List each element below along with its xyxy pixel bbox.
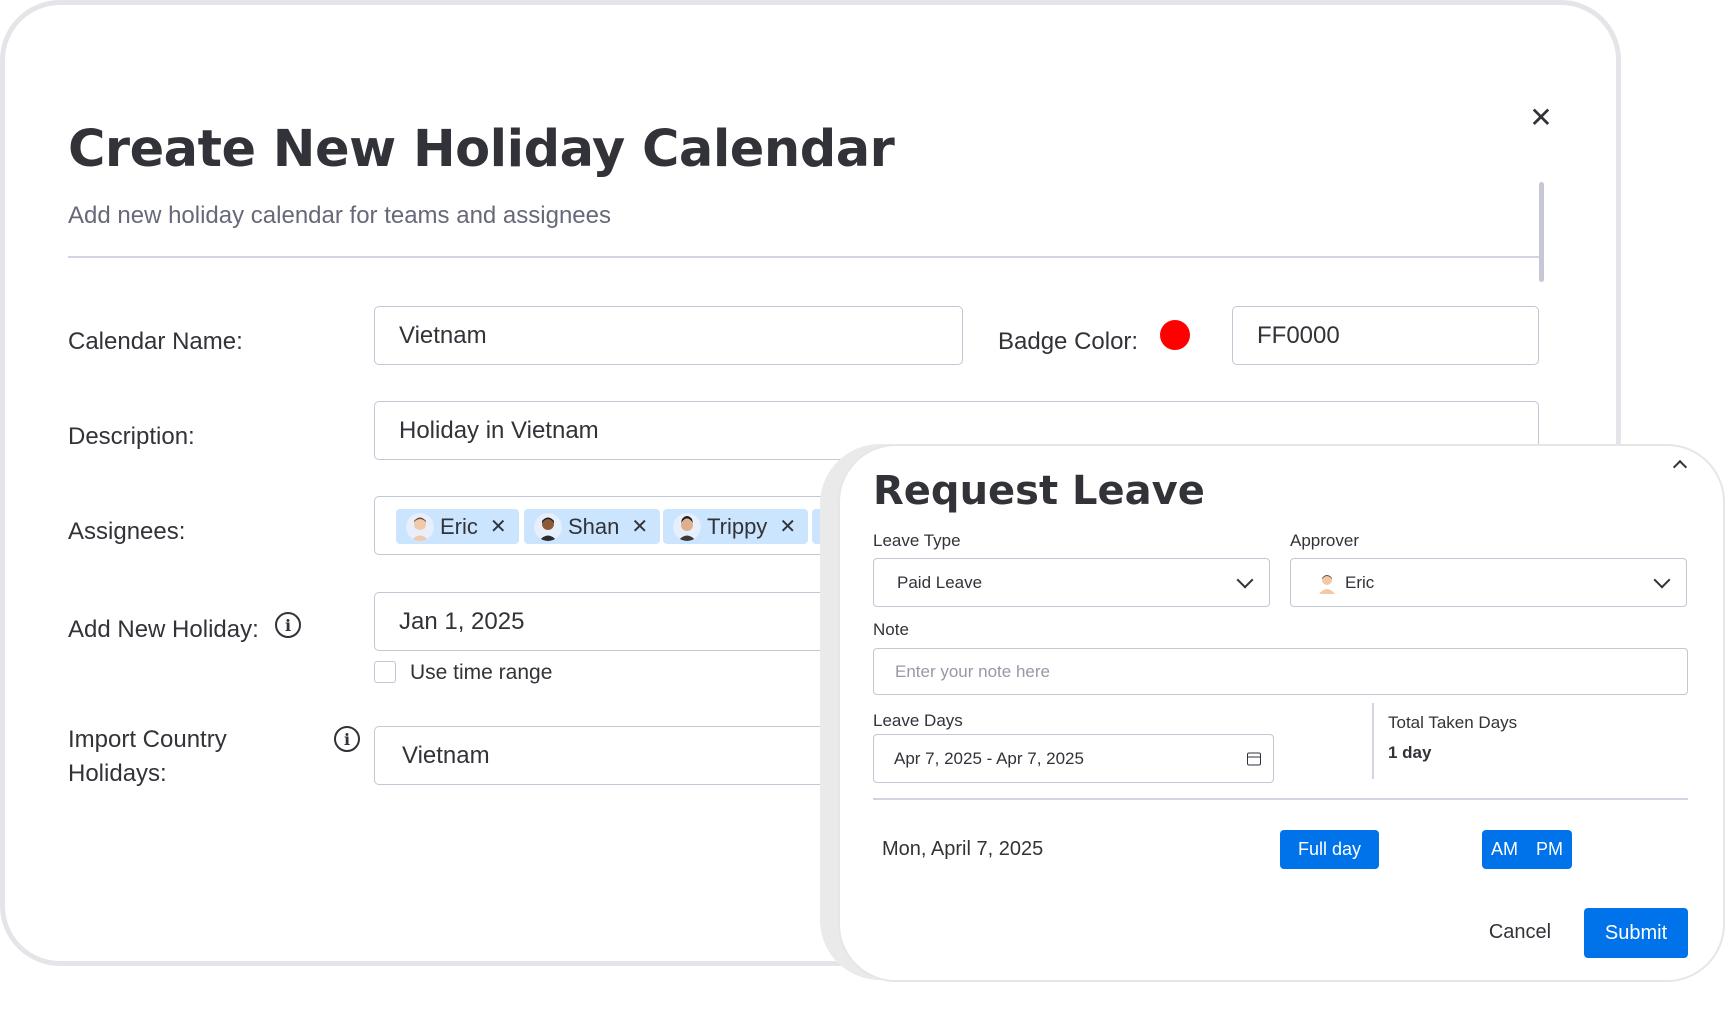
- assignee-chip: Shan ✕: [524, 509, 661, 544]
- note-input[interactable]: Enter your note here: [873, 648, 1688, 695]
- import-country-select[interactable]: Vietnam: [374, 726, 874, 785]
- leave-type-select[interactable]: Paid Leave: [873, 558, 1270, 607]
- cancel-button[interactable]: Cancel: [1470, 908, 1570, 956]
- remove-assignee-icon[interactable]: ✕: [779, 514, 796, 539]
- approver-label: Approver: [1290, 531, 1359, 550]
- close-icon[interactable]: ✕: [1524, 100, 1558, 134]
- am-button[interactable]: AM: [1482, 830, 1527, 869]
- leave-date-label: Mon, April 7, 2025: [882, 838, 1044, 860]
- assignee-name: Shan: [568, 513, 620, 539]
- import-holidays-label: Import Country Holidays:: [68, 726, 227, 787]
- info-icon[interactable]: i: [275, 612, 301, 638]
- remove-assignee-icon[interactable]: ✕: [490, 514, 507, 539]
- avatar: [1317, 572, 1337, 594]
- use-time-range-label: Use time range: [410, 661, 553, 684]
- section-divider: [1372, 703, 1374, 779]
- info-icon[interactable]: i: [334, 726, 360, 752]
- add-holiday-label: Add New Holiday:: [68, 616, 259, 643]
- calendar-name-input[interactable]: Vietnam: [374, 306, 963, 365]
- request-leave-title: Request Leave: [873, 468, 1205, 514]
- description-label: Description:: [68, 423, 195, 450]
- approver-value: Eric: [1345, 572, 1375, 592]
- submit-button[interactable]: Submit: [1584, 908, 1688, 958]
- leave-days-value: Apr 7, 2025 - Apr 7, 2025: [894, 748, 1084, 768]
- assignees-label: Assignees:: [68, 518, 186, 545]
- remove-assignee-icon[interactable]: ✕: [631, 514, 648, 539]
- chevron-down-icon: [1236, 571, 1254, 588]
- avatar: [406, 512, 434, 541]
- note-label: Note: [873, 620, 909, 639]
- assignee-name: Trippy: [707, 513, 768, 539]
- leave-type-value: Paid Leave: [897, 572, 983, 592]
- dialog-title: Create New Holiday Calendar: [68, 120, 895, 179]
- full-day-button[interactable]: Full day: [1280, 830, 1379, 869]
- header-divider: [68, 256, 1540, 258]
- approver-select[interactable]: Eric: [1290, 558, 1687, 607]
- leave-days-picker[interactable]: Apr 7, 2025 - Apr 7, 2025: [873, 734, 1274, 783]
- chevron-down-icon: [1653, 571, 1671, 588]
- total-taken-value: 1 day: [1388, 743, 1432, 762]
- badge-color-swatch[interactable]: [1160, 320, 1190, 350]
- leave-days-label: Leave Days: [873, 711, 963, 730]
- vertical-scrollbar[interactable]: [1539, 182, 1544, 282]
- use-time-range-checkbox[interactable]: [374, 661, 396, 683]
- pm-button[interactable]: PM: [1527, 830, 1572, 869]
- badge-color-label: Badge Color:: [998, 328, 1139, 355]
- calendar-name-label: Calendar Name:: [68, 328, 243, 355]
- section-divider: [873, 798, 1688, 800]
- holiday-date-input[interactable]: Jan 1, 2025: [374, 592, 874, 651]
- assignee-chip: Trippy ✕: [663, 509, 809, 544]
- assignee-name: Eric: [440, 513, 478, 539]
- total-taken-label: Total Taken Days: [1388, 713, 1518, 732]
- calendar-icon: [1247, 752, 1261, 765]
- dialog-subtitle: Add new holiday calendar for teams and a…: [68, 202, 611, 229]
- request-leave-dialog: [838, 444, 1725, 982]
- avatar: [534, 512, 562, 541]
- badge-color-input[interactable]: FF0000: [1232, 306, 1539, 365]
- avatar: [673, 512, 701, 541]
- assignee-chip: Eric ✕: [396, 509, 519, 544]
- leave-type-label: Leave Type: [873, 531, 961, 550]
